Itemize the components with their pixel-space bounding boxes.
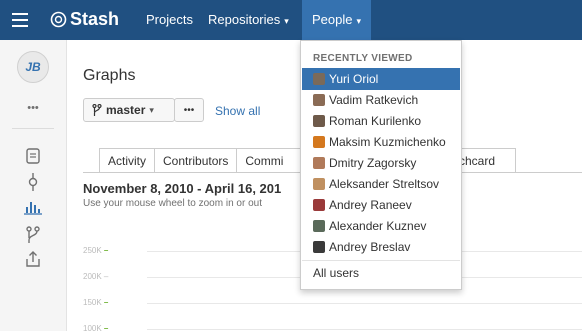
branch-name: master	[106, 103, 146, 117]
show-all-link[interactable]: Show all	[215, 104, 260, 118]
user-avatar	[313, 73, 325, 85]
nav-repositories-label: Repositories	[208, 12, 281, 27]
user-name: Yuri Oriol	[329, 72, 379, 86]
gridline	[147, 303, 582, 304]
people-dropdown: RECENTLY VIEWED Yuri Oriol Vadim Ratkevic…	[300, 40, 462, 290]
more-button-label: •••	[183, 104, 195, 116]
user-avatar	[313, 199, 325, 211]
user-name: Maksim Kuzmichenko	[329, 135, 446, 149]
y-tick-label: 250K –	[83, 246, 109, 255]
user-avatar	[313, 136, 325, 148]
sidebar-more-label: •••	[27, 102, 39, 114]
chevron-down-icon: ▾	[284, 16, 289, 26]
nav-projects-label: Projects	[146, 12, 193, 27]
source-icon[interactable]	[0, 148, 66, 164]
logo-text: Stash	[70, 9, 120, 29]
tab-contributors[interactable]: Contributors	[154, 148, 238, 172]
branch-selector[interactable]: master ▾	[83, 98, 175, 122]
user-menu-item[interactable]: Andrey Breslav	[302, 236, 460, 258]
recently-viewed-heading: RECENTLY VIEWED	[313, 53, 413, 64]
nav-people[interactable]: People ▾	[302, 0, 372, 40]
chevron-down-icon: ▾	[149, 104, 154, 115]
y-tick-label: 150K –	[83, 298, 109, 307]
dropdown-divider	[302, 260, 460, 261]
more-actions-icon[interactable]: •••	[0, 102, 66, 114]
tab-activity[interactable]: Activity	[99, 148, 156, 172]
branches-icon[interactable]	[0, 226, 66, 244]
commits-icon[interactable]	[0, 173, 66, 191]
user-menu-item[interactable]: Aleksander Streltsov	[302, 173, 460, 195]
all-users-link[interactable]: All users	[313, 266, 359, 280]
nav-repositories[interactable]: Repositories ▾	[208, 0, 289, 40]
user-avatar	[313, 178, 325, 190]
y-tick-label: 200K –	[83, 272, 109, 281]
sidebar-divider	[12, 128, 54, 129]
user-name: Roman Kurilenko	[329, 114, 422, 128]
graphs-icon[interactable]	[0, 199, 66, 215]
user-name: Andrey Raneev	[329, 198, 412, 212]
user-menu-item[interactable]: Vadim Ratkevich	[302, 89, 460, 111]
date-range: November 8, 2010 - April 16, 201	[83, 181, 282, 196]
user-avatar	[313, 241, 325, 253]
chevron-down-icon: ▾	[356, 16, 362, 26]
user-avatar	[313, 115, 325, 127]
user-name: Vadim Ratkevich	[329, 93, 419, 107]
page-title: Graphs	[83, 67, 136, 84]
gridline	[147, 329, 582, 330]
sidebar: JB •••	[0, 40, 67, 331]
tab-punchcard[interactable]: chcard	[456, 148, 516, 172]
user-name: Aleksander Streltsov	[329, 177, 440, 191]
nav-projects[interactable]: Projects	[146, 0, 193, 40]
user-name: Dmitry Zagorsky	[329, 156, 417, 170]
user-menu-item[interactable]: Alexander Kuznev	[302, 215, 460, 237]
top-navigation-bar: Stash Projects Repositories ▾ People ▾	[0, 0, 582, 40]
user-avatar	[313, 220, 325, 232]
menu-icon[interactable]	[12, 13, 28, 27]
user-avatar	[313, 157, 325, 169]
stash-logo[interactable]: Stash	[50, 9, 119, 30]
avatar-initials: JB	[25, 60, 41, 74]
y-tick-label: 100K –	[83, 324, 109, 333]
user-name: Andrey Breslav	[329, 240, 411, 254]
more-button[interactable]: •••	[174, 98, 204, 122]
nav-people-label: People	[312, 12, 353, 27]
user-avatar	[313, 94, 325, 106]
user-menu-item[interactable]: Yuri Oriol	[302, 68, 460, 90]
avatar: JB	[17, 51, 49, 83]
stash-logo-icon	[50, 11, 67, 28]
user-name: Alexander Kuznev	[329, 219, 427, 233]
user-menu-item[interactable]: Maksim Kuzmichenko	[302, 131, 460, 153]
branch-icon	[92, 104, 102, 116]
zoom-hint: Use your mouse wheel to zoom in or out	[83, 198, 262, 209]
pull-requests-icon[interactable]	[0, 251, 66, 267]
repo-avatar[interactable]: JB	[0, 51, 66, 83]
graph-tabs: Activity Contributors Commi	[99, 148, 315, 172]
user-menu-item[interactable]: Dmitry Zagorsky	[302, 152, 460, 174]
user-menu-item[interactable]: Roman Kurilenko	[302, 110, 460, 132]
user-menu-item[interactable]: Andrey Raneev	[302, 194, 460, 216]
